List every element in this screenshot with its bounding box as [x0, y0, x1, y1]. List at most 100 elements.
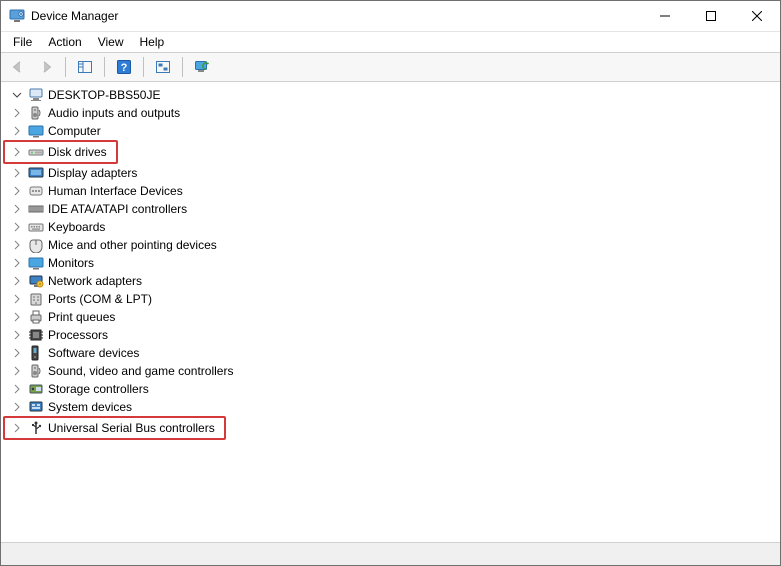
- usb-icon: [28, 420, 44, 436]
- tree-row[interactable]: Mice and other pointing devices: [7, 236, 220, 254]
- tree-row[interactable]: Ports (COM & LPT): [7, 290, 155, 308]
- chevron-down-icon[interactable]: [10, 88, 24, 102]
- menu-help[interactable]: Help: [132, 33, 173, 51]
- chevron-right-icon[interactable]: [10, 382, 24, 396]
- tree-item[interactable]: Monitors: [7, 254, 780, 272]
- tree-item-label: Print queues: [48, 310, 115, 324]
- tree-row[interactable]: Network adapters: [7, 272, 145, 290]
- tree-item[interactable]: Network adapters: [7, 272, 780, 290]
- device-manager-window: Device Manager File Action View Help: [0, 0, 781, 566]
- maximize-button[interactable]: [688, 1, 734, 31]
- tree-row[interactable]: Computer: [7, 122, 104, 140]
- scan-hardware-button[interactable]: [150, 54, 176, 80]
- back-arrow-icon: [10, 59, 26, 75]
- mouse-icon: [28, 237, 44, 253]
- display-icon: [28, 165, 44, 181]
- help-icon: ?: [116, 59, 132, 75]
- menu-action[interactable]: Action: [40, 33, 89, 51]
- chevron-right-icon[interactable]: [10, 220, 24, 234]
- chevron-right-icon[interactable]: [10, 400, 24, 414]
- chevron-right-icon[interactable]: [10, 346, 24, 360]
- chevron-right-icon[interactable]: [10, 364, 24, 378]
- tree-row[interactable]: System devices: [7, 398, 135, 416]
- monitor-refresh-icon: [194, 59, 210, 75]
- tree-row[interactable]: Display adapters: [7, 164, 140, 182]
- tree-row[interactable]: Storage controllers: [7, 380, 152, 398]
- chevron-right-icon[interactable]: [10, 184, 24, 198]
- tree-item-label: Ports (COM & LPT): [48, 292, 152, 306]
- tree-row[interactable]: Universal Serial Bus controllers: [7, 419, 218, 437]
- window-title: Device Manager: [31, 9, 118, 23]
- chevron-right-icon[interactable]: [10, 202, 24, 216]
- tree-row[interactable]: Human Interface Devices: [7, 182, 186, 200]
- back-button[interactable]: [5, 54, 31, 80]
- tree-item-label: Universal Serial Bus controllers: [48, 421, 215, 435]
- tree-item[interactable]: Audio inputs and outputs: [7, 104, 780, 122]
- tree-item[interactable]: Mice and other pointing devices: [7, 236, 780, 254]
- menu-view[interactable]: View: [90, 33, 132, 51]
- tree-item-label: Software devices: [48, 346, 139, 360]
- chevron-right-icon[interactable]: [10, 166, 24, 180]
- show-hidden-button[interactable]: [189, 54, 215, 80]
- root-label: DESKTOP-BBS50JE: [48, 88, 161, 102]
- highlight-box: Disk drives: [3, 140, 118, 164]
- tree-item[interactable]: Disk drives: [7, 140, 780, 164]
- speaker-icon: [28, 105, 44, 121]
- tree-item[interactable]: Display adapters: [7, 164, 780, 182]
- tree-row[interactable]: Monitors: [7, 254, 97, 272]
- tree-item[interactable]: System devices: [7, 398, 780, 416]
- chevron-right-icon[interactable]: [10, 310, 24, 324]
- port-icon: [28, 291, 44, 307]
- tree-item[interactable]: Software devices: [7, 344, 780, 362]
- tree-item[interactable]: Ports (COM & LPT): [7, 290, 780, 308]
- chevron-right-icon[interactable]: [10, 238, 24, 252]
- software-icon: [28, 345, 44, 361]
- tree-item[interactable]: Computer: [7, 122, 780, 140]
- tree-item-label: Sound, video and game controllers: [48, 364, 233, 378]
- status-bar: [1, 542, 780, 565]
- tree-row[interactable]: Audio inputs and outputs: [7, 104, 183, 122]
- chevron-right-icon[interactable]: [10, 328, 24, 342]
- chevron-right-icon[interactable]: [10, 274, 24, 288]
- tree-item[interactable]: Sound, video and game controllers: [7, 362, 780, 380]
- tree-pane-icon: [77, 59, 93, 75]
- tree-row[interactable]: Processors: [7, 326, 111, 344]
- tree-row[interactable]: Sound, video and game controllers: [7, 362, 236, 380]
- chevron-right-icon[interactable]: [10, 106, 24, 120]
- tree-item-label: Monitors: [48, 256, 94, 270]
- chevron-right-icon[interactable]: [10, 124, 24, 138]
- chevron-right-icon[interactable]: [10, 145, 24, 159]
- menu-file[interactable]: File: [5, 33, 40, 51]
- tree-item-label: Human Interface Devices: [48, 184, 183, 198]
- tree-item[interactable]: IDE ATA/ATAPI controllers: [7, 200, 780, 218]
- tree-root[interactable]: DESKTOP-BBS50JE: [7, 86, 164, 104]
- toolbar: ?: [1, 53, 780, 82]
- scan-hardware-icon: [155, 59, 171, 75]
- device-tree[interactable]: DESKTOP-BBS50JE Audio inputs and outputs…: [1, 82, 780, 542]
- close-button[interactable]: [734, 1, 780, 31]
- tree-item[interactable]: Print queues: [7, 308, 780, 326]
- computer-icon: [28, 87, 44, 103]
- show-hide-tree-button[interactable]: [72, 54, 98, 80]
- tree-row[interactable]: Software devices: [7, 344, 142, 362]
- minimize-button[interactable]: [642, 1, 688, 31]
- tree-item[interactable]: Storage controllers: [7, 380, 780, 398]
- tree-item[interactable]: Universal Serial Bus controllers: [7, 416, 780, 440]
- tree-row[interactable]: Print queues: [7, 308, 118, 326]
- highlight-box: Universal Serial Bus controllers: [3, 416, 226, 440]
- toolbar-separator: [143, 57, 144, 77]
- tree-row[interactable]: Disk drives: [7, 143, 110, 161]
- forward-button[interactable]: [33, 54, 59, 80]
- tree-item-label: Processors: [48, 328, 108, 342]
- tree-row[interactable]: Keyboards: [7, 218, 108, 236]
- tree-item[interactable]: Keyboards: [7, 218, 780, 236]
- help-button[interactable]: ?: [111, 54, 137, 80]
- tree-item[interactable]: Human Interface Devices: [7, 182, 780, 200]
- tree-item[interactable]: Processors: [7, 326, 780, 344]
- tree-item-label: System devices: [48, 400, 132, 414]
- chevron-right-icon[interactable]: [10, 292, 24, 306]
- chevron-right-icon[interactable]: [10, 421, 24, 435]
- tree-row[interactable]: IDE ATA/ATAPI controllers: [7, 200, 190, 218]
- chevron-right-icon[interactable]: [10, 256, 24, 270]
- ide-icon: [28, 201, 44, 217]
